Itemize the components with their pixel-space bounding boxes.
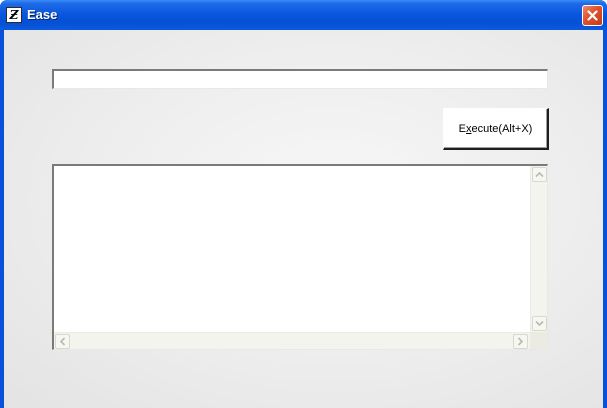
scroll-down-button[interactable] [532, 316, 547, 331]
chevron-down-icon [535, 320, 544, 327]
vertical-scrollbar[interactable] [530, 166, 547, 332]
app-icon[interactable]: Ƶ [6, 7, 22, 23]
chevron-left-icon [59, 337, 66, 346]
scroll-right-button[interactable] [513, 334, 528, 349]
execute-button[interactable]: Ex ecute(Alt+X) [443, 108, 549, 150]
command-input[interactable] [52, 69, 548, 89]
title-bar[interactable]: Ƶ Ease [0, 0, 607, 30]
execute-label-prefix: E [458, 122, 466, 135]
close-button[interactable] [582, 5, 603, 26]
ease-window: Ƶ Ease Ex ecute(Alt+X) [0, 0, 607, 408]
window-title: Ease [27, 7, 58, 22]
close-icon [587, 10, 598, 21]
scroll-up-button[interactable] [532, 167, 547, 182]
window-client-area: Ex ecute(Alt+X) [4, 30, 603, 408]
scrollbar-corner [530, 332, 547, 349]
chevron-right-icon [517, 337, 524, 346]
horizontal-scrollbar[interactable] [54, 332, 530, 349]
execute-label-suffix: ecute(Alt+X) [471, 122, 533, 135]
output-textarea[interactable] [52, 164, 548, 350]
scroll-left-button[interactable] [55, 334, 70, 349]
output-text[interactable] [54, 166, 530, 329]
chevron-up-icon [535, 171, 544, 178]
